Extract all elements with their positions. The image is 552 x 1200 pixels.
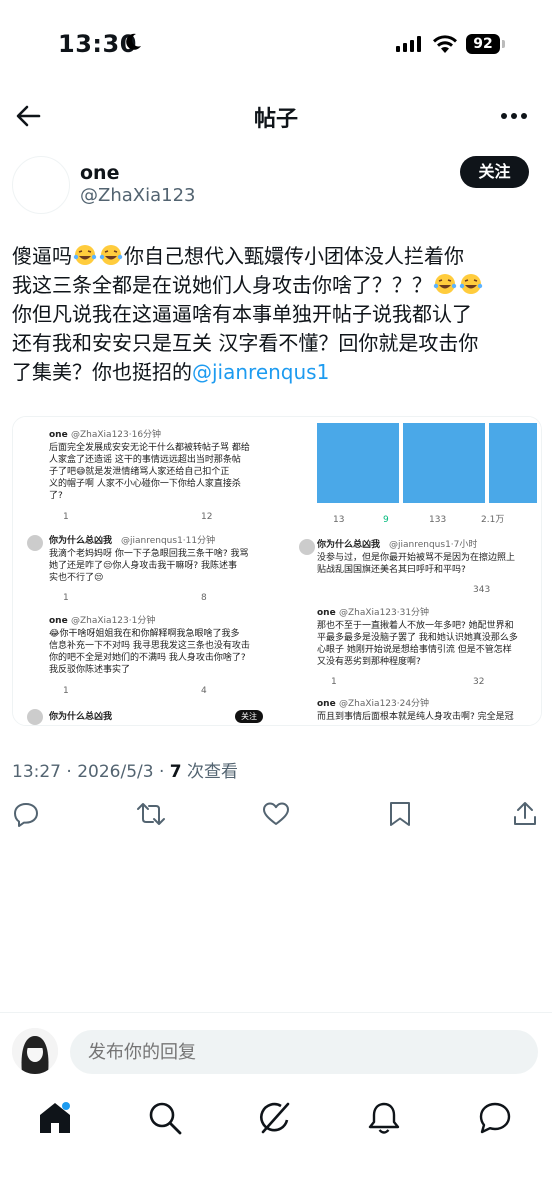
mini-count: 13: [333, 515, 345, 525]
mini-line: 你的吧不全是对她们的不满吗 我人身攻击你啥了?: [49, 653, 246, 663]
mini-line: 实也不行了😒: [49, 573, 104, 583]
mini-line: 义的帽子啊 人家不小心碰你一下你给人家直接杀: [49, 479, 241, 489]
bookmark-icon[interactable]: [388, 800, 412, 828]
mini-line: 她了还是咋了😒你人身攻击我干嘛呀? 我陈述事: [49, 561, 238, 571]
post-timestamp: 13:27 · 2026/5/3 ·: [12, 762, 170, 782]
laughing-emoji-icon: [459, 274, 483, 294]
mini-name: 你为什么总凶我: [49, 712, 113, 722]
mini-follow-button: 关注: [235, 710, 263, 723]
mini-count: 343: [473, 585, 491, 595]
post-meta: 13:27 · 2026/5/3 · 7 次查看: [12, 757, 238, 782]
view-count: 7: [169, 762, 182, 782]
chat-screenshot: [403, 423, 485, 503]
mini-name: one: [317, 608, 336, 618]
battery-icon: 92: [466, 34, 500, 54]
page-title: 帖子: [253, 107, 298, 132]
message-icon[interactable]: [477, 1100, 513, 1136]
mini-line: 没参与过，但是你最开始被骂不是因为在擦边照上: [317, 553, 516, 563]
mini-count: 1: [63, 512, 69, 522]
mini-count: 1: [63, 593, 69, 603]
follow-button[interactable]: 关注: [460, 156, 529, 188]
reply-input[interactable]: [70, 1030, 538, 1074]
signal-icon: [396, 36, 422, 52]
mini-line: 子了吧😅就是发泄情绪骂人家还给自己扣个正: [49, 467, 230, 477]
chat-screenshot: [317, 423, 399, 503]
more-icon[interactable]: [500, 112, 528, 120]
mini-name: 你为什么总凶我: [49, 536, 113, 546]
mini-line: 平最多最多是没脑子罢了 我和她认识她真没那么多: [317, 633, 518, 643]
author-handle[interactable]: @ZhaXia123: [80, 185, 196, 206]
mini-name: one: [49, 430, 68, 440]
mini-line: 了?: [49, 491, 63, 501]
mini-line: 我滴个老妈妈呀 你一下子急眼回我三条干啥? 我骂: [49, 549, 249, 559]
heart-icon[interactable]: [262, 800, 290, 828]
search-icon[interactable]: [147, 1100, 183, 1136]
mini-count: 4: [201, 686, 207, 696]
mini-count: 32: [473, 677, 485, 687]
home-icon[interactable]: [37, 1100, 73, 1136]
mini-line: 信息补充一下不对吗 我寻思我发这三条也没有攻击: [49, 641, 250, 651]
reply-avatar: [12, 1028, 58, 1074]
mini-count: 133: [429, 515, 447, 525]
moon-icon: [126, 33, 141, 50]
views-label: 次查看: [181, 762, 239, 782]
mini-name: one: [49, 616, 68, 626]
divider: [0, 1012, 552, 1013]
mini-count: 12: [201, 512, 213, 522]
mini-line: 😂你干啥呀姐姐我在和你解释啊我急眼啥了我多: [49, 629, 240, 639]
mini-avatar: [27, 535, 43, 551]
mini-line: 我反驳你陈述事实了: [49, 665, 131, 675]
reply-icon[interactable]: [12, 800, 40, 828]
mini-avatar: [299, 539, 315, 555]
laughing-emoji-icon: [433, 274, 457, 294]
share-icon[interactable]: [512, 800, 538, 828]
mini-name: one: [317, 699, 336, 709]
battery-tip: [502, 40, 505, 48]
mini-line: 而且到事情后面根本就是纯人身攻击啊? 完全是冠: [317, 712, 514, 722]
mini-line: 那也不至于一直揪着人不放一年多吧? 她配世界和: [317, 621, 514, 631]
mini-count: 1: [63, 686, 69, 696]
mini-count: 2.1万: [481, 515, 505, 525]
mini-line: 心眼子 她刚开始说是想给事情引流 但是不管怎样: [317, 645, 512, 655]
mini-name: 你为什么总凶我: [317, 540, 381, 550]
mini-handle: @ZhaXia123·24分钟: [339, 699, 430, 709]
post-text: 傻逼吗 你自己想代入甄嬛传小团体没人拦着你 我这三条全都是在说她们人身攻击你啥了？…: [12, 242, 542, 387]
bell-icon[interactable]: [366, 1100, 402, 1136]
chat-screenshot: [489, 423, 537, 503]
mention-link[interactable]: @jianrenqus1: [192, 360, 329, 384]
mini-handle: @ZhaXia123·16分钟: [71, 430, 162, 440]
retweet-icon[interactable]: [136, 800, 166, 828]
avatar-illustration-icon: [12, 1028, 58, 1074]
mini-count: 8: [201, 593, 207, 603]
laughing-emoji-icon: [99, 245, 123, 265]
mini-count: 9: [383, 515, 389, 525]
mini-line: 人家盒了还造谣 这干的事情远远超出当时那条帖: [49, 455, 241, 465]
avatar[interactable]: [12, 156, 70, 214]
laughing-emoji-icon: [73, 245, 97, 265]
mini-handle: @jianrenqus1·11分钟: [121, 536, 216, 546]
wifi-icon: [433, 35, 457, 53]
mini-handle: @jianrenqus1·7小时: [389, 540, 478, 550]
post-media[interactable]: one @ZhaXia123·16分钟 后面完全发展成安安无论干什么都被转帖子骂…: [12, 416, 542, 726]
mini-avatar: [27, 709, 43, 725]
media-image-left[interactable]: one @ZhaXia123·16分钟 后面完全发展成安安无论干什么都被转帖子骂…: [13, 417, 281, 725]
mini-line: 后面完全发展成安安无论干什么都被转帖子骂 都给: [49, 443, 250, 453]
author-name[interactable]: one: [80, 162, 119, 184]
mini-line: 又没有恶劣到那种程度啊?: [317, 657, 421, 667]
media-image-right[interactable]: 13 9 133 2.1万 你为什么总凶我 @jianrenqus1·7小时 没…: [285, 417, 541, 725]
mini-count: 1: [331, 677, 337, 687]
mini-line: 贴战乱国国旗还美名其曰呼吁和平吗?: [317, 565, 466, 575]
grok-icon[interactable]: [257, 1100, 293, 1136]
mini-handle: @ZhaXia123·1分钟: [71, 616, 156, 626]
mini-handle: @ZhaXia123·31分钟: [339, 608, 430, 618]
